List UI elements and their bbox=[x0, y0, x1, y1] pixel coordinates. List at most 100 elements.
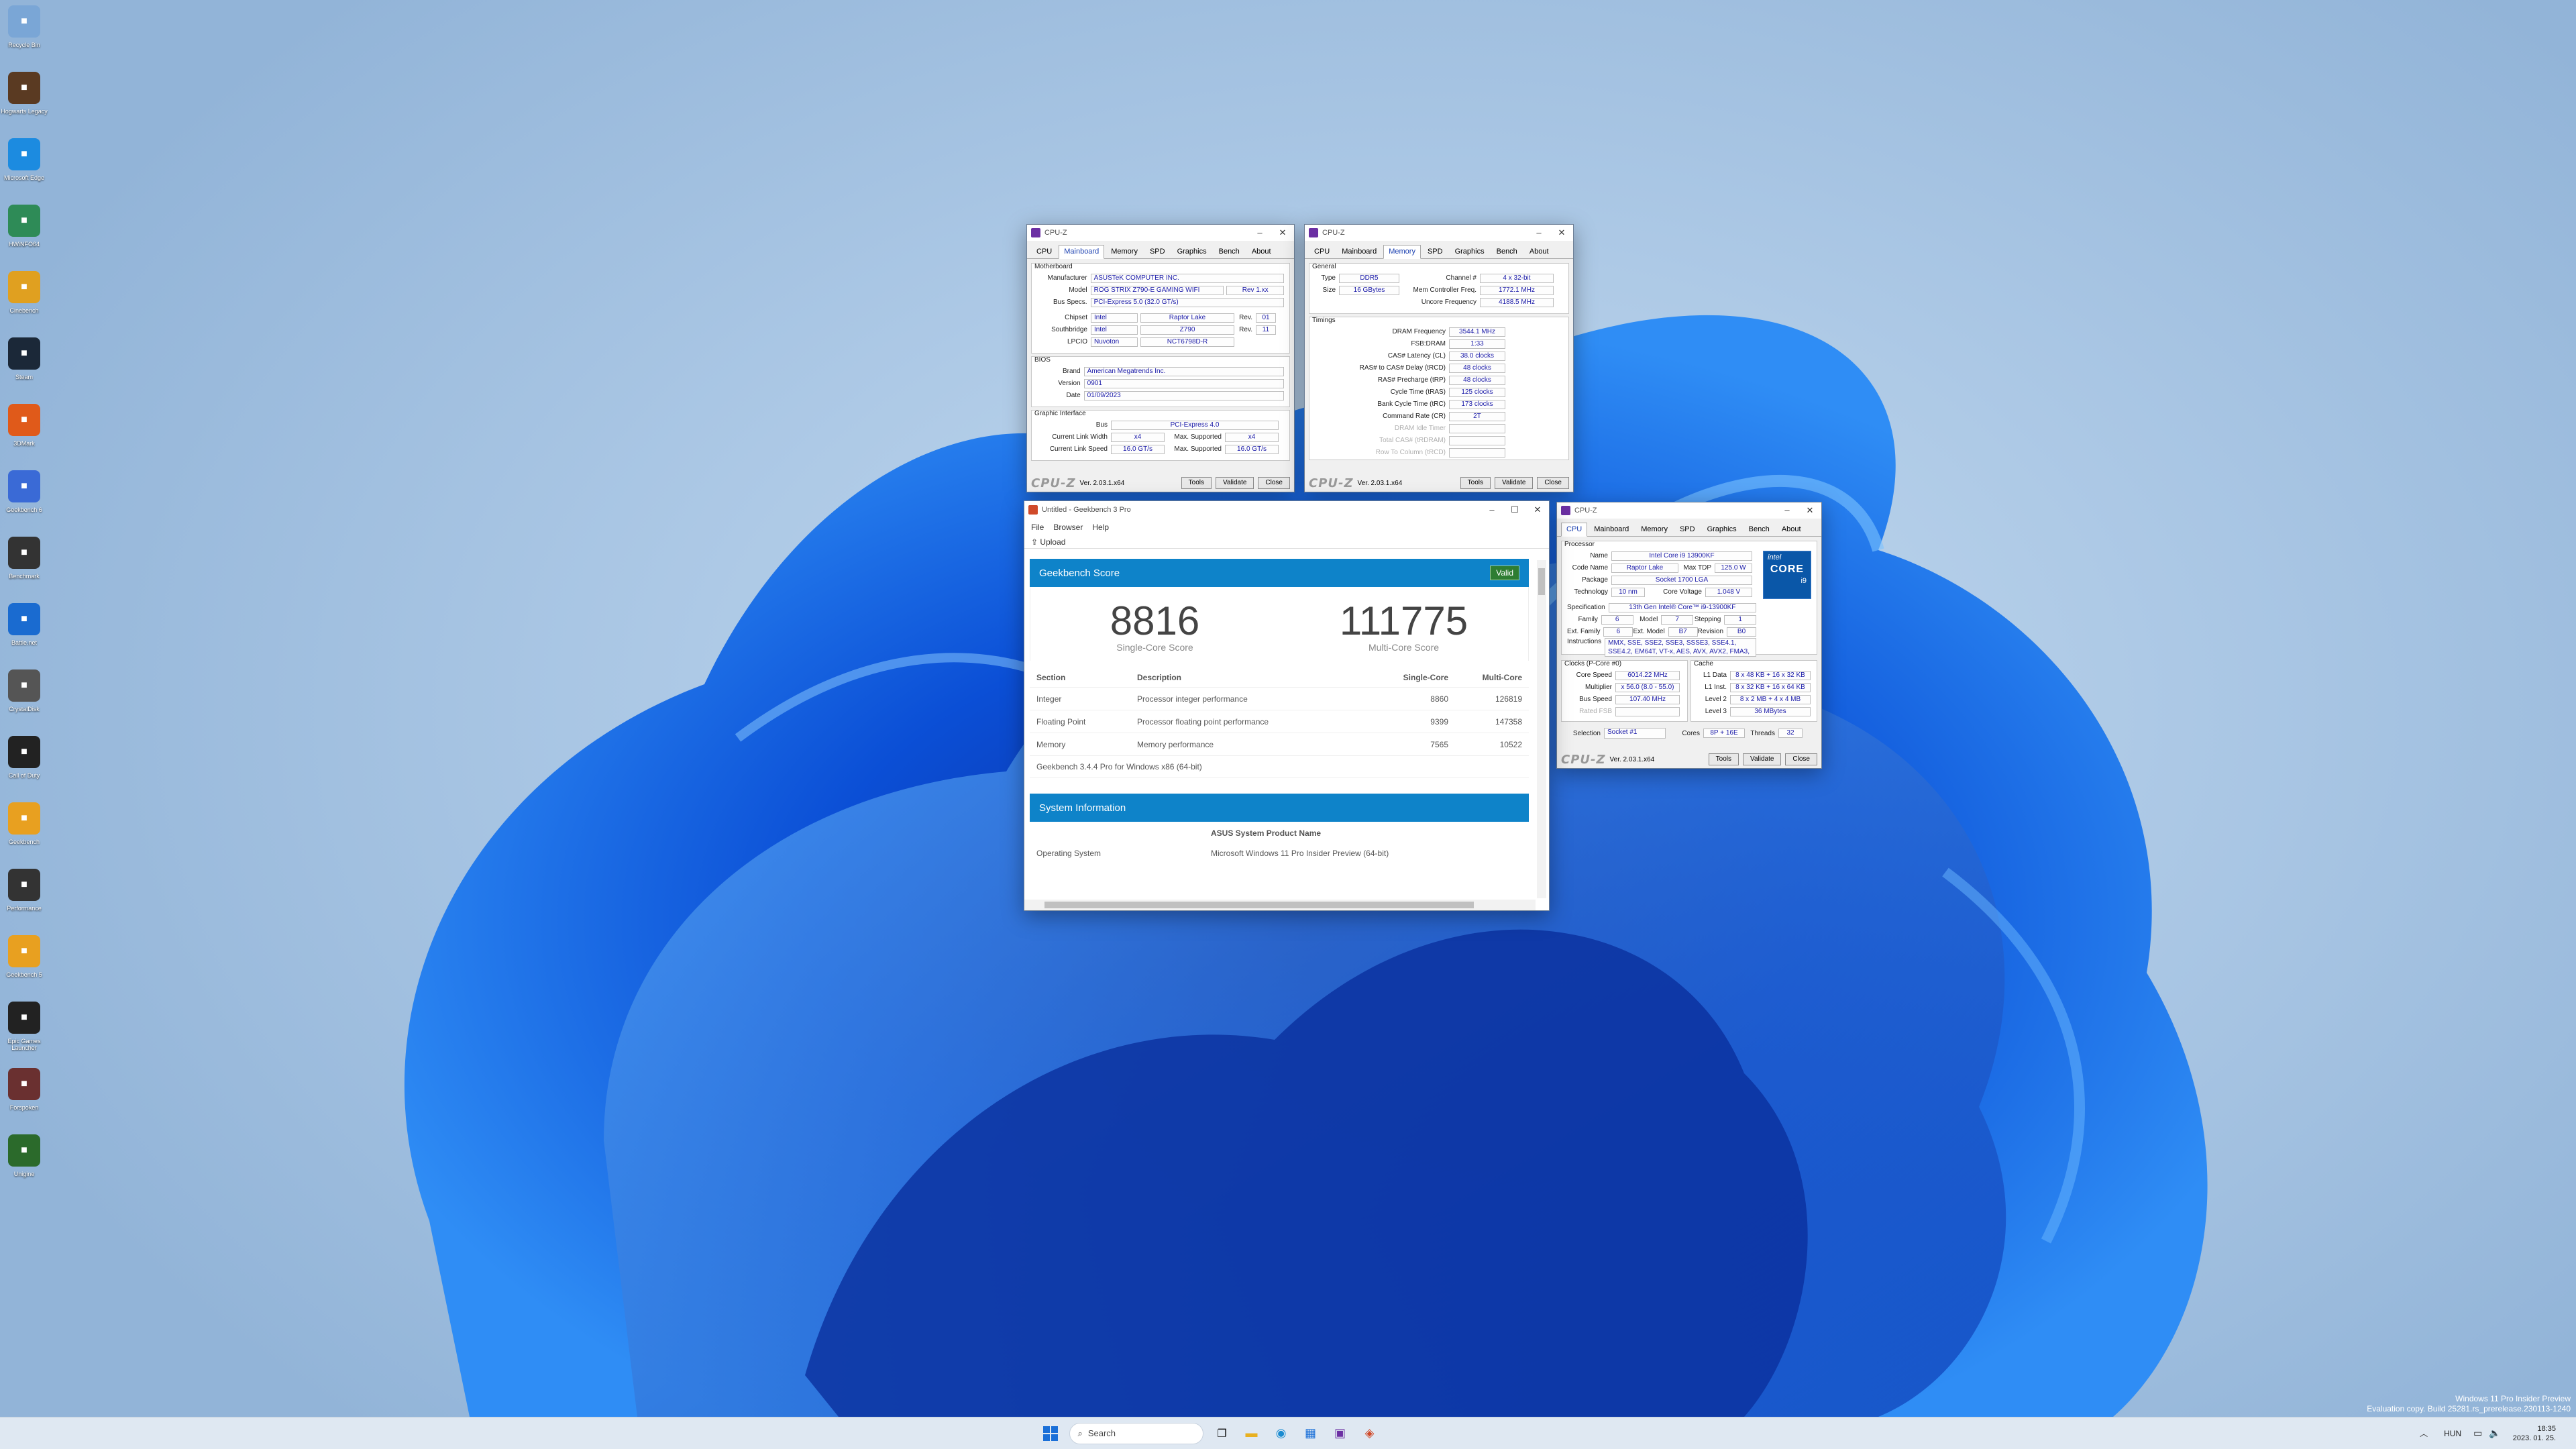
badge-mid-text: CORE bbox=[1770, 564, 1805, 575]
validate-button[interactable]: Validate bbox=[1743, 753, 1782, 765]
network-icon[interactable]: ▭ bbox=[2473, 1428, 2482, 1439]
file-explorer-icon[interactable]: ▬ bbox=[1240, 1421, 1264, 1446]
geekbench-taskbar-icon[interactable]: ◈ bbox=[1358, 1421, 1382, 1446]
desktop-icon[interactable]: ■ Geekbench bbox=[5, 802, 43, 845]
close-button[interactable]: Close bbox=[1785, 753, 1817, 765]
desktop-icon-label: Geekbench 6 bbox=[6, 506, 42, 513]
menu-browser[interactable]: Browser bbox=[1053, 523, 1083, 532]
upload-button[interactable]: Upload bbox=[1040, 537, 1065, 547]
cpuz-cpu-window[interactable]: CPU-Z – ✕ CPU Mainboard Memory SPD Graphics Ben… bbox=[1556, 502, 1822, 769]
title-bar[interactable]: CPU-Z – ✕ bbox=[1557, 502, 1821, 519]
badge-top-text: intel bbox=[1768, 553, 1782, 561]
tab-mainboard[interactable]: Mainboard bbox=[1336, 245, 1382, 258]
desktop-icon[interactable]: ■ Geekbench 6 bbox=[5, 470, 43, 513]
tools-button[interactable]: Tools bbox=[1460, 477, 1491, 489]
tools-button[interactable]: Tools bbox=[1708, 753, 1739, 765]
language-indicator[interactable]: HUN bbox=[2444, 1429, 2461, 1438]
title-bar[interactable]: CPU-Z – ✕ bbox=[1027, 225, 1294, 241]
tab-cpu[interactable]: CPU bbox=[1561, 523, 1588, 537]
menu-help[interactable]: Help bbox=[1092, 523, 1109, 532]
desktop-icon[interactable]: ■ Recycle Bin bbox=[5, 5, 43, 48]
tab-memory[interactable]: Memory bbox=[1383, 245, 1421, 259]
minimize-button[interactable]: – bbox=[1776, 502, 1799, 519]
tab-graphics[interactable]: Graphics bbox=[1702, 523, 1742, 536]
selection-dropdown[interactable]: Socket #1 bbox=[1604, 728, 1666, 739]
tab-memory[interactable]: Memory bbox=[1106, 245, 1143, 258]
upload-icon: ⇪ bbox=[1031, 537, 1038, 547]
timing-label: CAS# Latency (CL) bbox=[1387, 352, 1446, 360]
cpuz-taskbar-icon[interactable]: ▣ bbox=[1328, 1421, 1352, 1446]
timing-label: RAS# Precharge (tRP) bbox=[1377, 376, 1446, 384]
store-icon[interactable]: ▦ bbox=[1299, 1421, 1323, 1446]
close-icon[interactable]: ✕ bbox=[1799, 502, 1821, 519]
tab-spd[interactable]: SPD bbox=[1144, 245, 1171, 258]
close-icon[interactable]: ✕ bbox=[1550, 225, 1573, 241]
desktop-icon[interactable]: ■ Performance bbox=[5, 869, 43, 912]
tab-graphics[interactable]: Graphics bbox=[1172, 245, 1212, 258]
tab-mainboard[interactable]: Mainboard bbox=[1059, 245, 1105, 259]
tab-cpu[interactable]: CPU bbox=[1031, 245, 1057, 258]
vertical-scrollbar[interactable] bbox=[1537, 560, 1546, 898]
tab-bench[interactable]: Bench bbox=[1491, 245, 1523, 258]
close-icon[interactable]: ✕ bbox=[1271, 225, 1294, 241]
minimize-button[interactable]: – bbox=[1481, 502, 1503, 518]
tab-spd[interactable]: SPD bbox=[1422, 245, 1448, 258]
desktop-icon[interactable]: ■ Geekbench 5 bbox=[5, 935, 43, 978]
mss-label: Max. Supported bbox=[1174, 445, 1222, 453]
desktop-icon[interactable]: ■ Steam bbox=[5, 337, 43, 380]
timing-label: DRAM Idle Timer bbox=[1394, 425, 1446, 432]
table-header: Section Description Single-Core Multi-Core bbox=[1030, 667, 1529, 688]
tab-cpu[interactable]: CPU bbox=[1309, 245, 1335, 258]
tab-bench[interactable]: Bench bbox=[1743, 523, 1775, 536]
maximize-button[interactable]: ☐ bbox=[1503, 502, 1526, 518]
tab-spd[interactable]: SPD bbox=[1674, 523, 1701, 536]
desktop-icon[interactable]: ■ Call of Duty bbox=[5, 736, 43, 779]
volume-icon[interactable]: 🔈 bbox=[2489, 1428, 2500, 1439]
desktop-icon[interactable]: ■ Forspoken bbox=[5, 1068, 43, 1111]
tab-bench[interactable]: Bench bbox=[1214, 245, 1245, 258]
desktop-icon[interactable]: ■ Epic Games Launcher bbox=[5, 1002, 43, 1051]
app-icon: ■ bbox=[8, 72, 40, 104]
version-label: Version bbox=[1058, 380, 1081, 387]
desktop-icon[interactable]: ■ Microsoft Edge bbox=[4, 138, 44, 181]
desktop-icon[interactable]: ■ Unigine bbox=[5, 1134, 43, 1177]
close-button[interactable]: Close bbox=[1258, 477, 1290, 489]
tab-about[interactable]: About bbox=[1776, 523, 1807, 536]
clock[interactable]: 18:35 2023. 01. 25. bbox=[2513, 1424, 2556, 1443]
title-bar[interactable]: CPU-Z – ✕ bbox=[1305, 225, 1573, 241]
menu-file[interactable]: File bbox=[1031, 523, 1044, 532]
close-icon[interactable]: ✕ bbox=[1526, 502, 1549, 518]
tools-button[interactable]: Tools bbox=[1181, 477, 1212, 489]
cpuz-memory-window[interactable]: CPU-Z – ✕ CPU Mainboard Memory SPD Graphics Ben… bbox=[1304, 224, 1574, 492]
tdp-label: Max TDP bbox=[1683, 564, 1712, 572]
validate-button[interactable]: Validate bbox=[1495, 477, 1534, 489]
close-button[interactable]: Close bbox=[1537, 477, 1569, 489]
tab-mainboard[interactable]: Mainboard bbox=[1589, 523, 1634, 536]
start-button[interactable] bbox=[1038, 1421, 1063, 1446]
tab-graphics[interactable]: Graphics bbox=[1450, 245, 1490, 258]
task-view-icon[interactable]: ❐ bbox=[1210, 1421, 1234, 1446]
tab-memory[interactable]: Memory bbox=[1635, 523, 1673, 536]
desktop-icon[interactable]: ■ Battle.net bbox=[5, 603, 43, 646]
tab-about[interactable]: About bbox=[1246, 245, 1277, 258]
name-value: Intel Core i9 13900KF bbox=[1611, 551, 1752, 561]
desktop-icon[interactable]: ■ Hogwarts Legacy bbox=[1, 72, 48, 115]
desktop-icon[interactable]: ■ HWiNFO64 bbox=[5, 205, 43, 248]
cpuz-mainboard-window[interactable]: CPU-Z – ✕ CPU Mainboard Memory SPD Graphics Ben… bbox=[1026, 224, 1295, 492]
geekbench-window[interactable]: Untitled - Geekbench 3 Pro – ☐ ✕ File Browse… bbox=[1024, 500, 1550, 911]
results-view[interactable]: Geekbench Score Valid 8816 Single-Core Sco… bbox=[1024, 549, 1549, 910]
edge-icon[interactable]: ◉ bbox=[1269, 1421, 1293, 1446]
desktop-icon[interactable]: ■ Benchmark bbox=[5, 537, 43, 580]
validate-button[interactable]: Validate bbox=[1216, 477, 1254, 489]
minimize-button[interactable]: – bbox=[1527, 225, 1550, 241]
title-bar[interactable]: Untitled - Geekbench 3 Pro – ☐ ✕ bbox=[1024, 501, 1549, 519]
tray-chevron-icon[interactable]: ︿ bbox=[2420, 1428, 2428, 1439]
desktop-icon[interactable]: ■ CrystalDisk bbox=[5, 669, 43, 712]
desktop-icon[interactable]: ■ 3DMark bbox=[5, 404, 43, 447]
tab-about[interactable]: About bbox=[1524, 245, 1554, 258]
desktop-icon[interactable]: ■ Cinebench bbox=[5, 271, 43, 314]
horizontal-scrollbar[interactable] bbox=[1024, 900, 1536, 910]
cell-multi: 126819 bbox=[1495, 694, 1522, 704]
search-box[interactable]: ⌕ Search bbox=[1069, 1422, 1203, 1444]
minimize-button[interactable]: – bbox=[1248, 225, 1271, 241]
